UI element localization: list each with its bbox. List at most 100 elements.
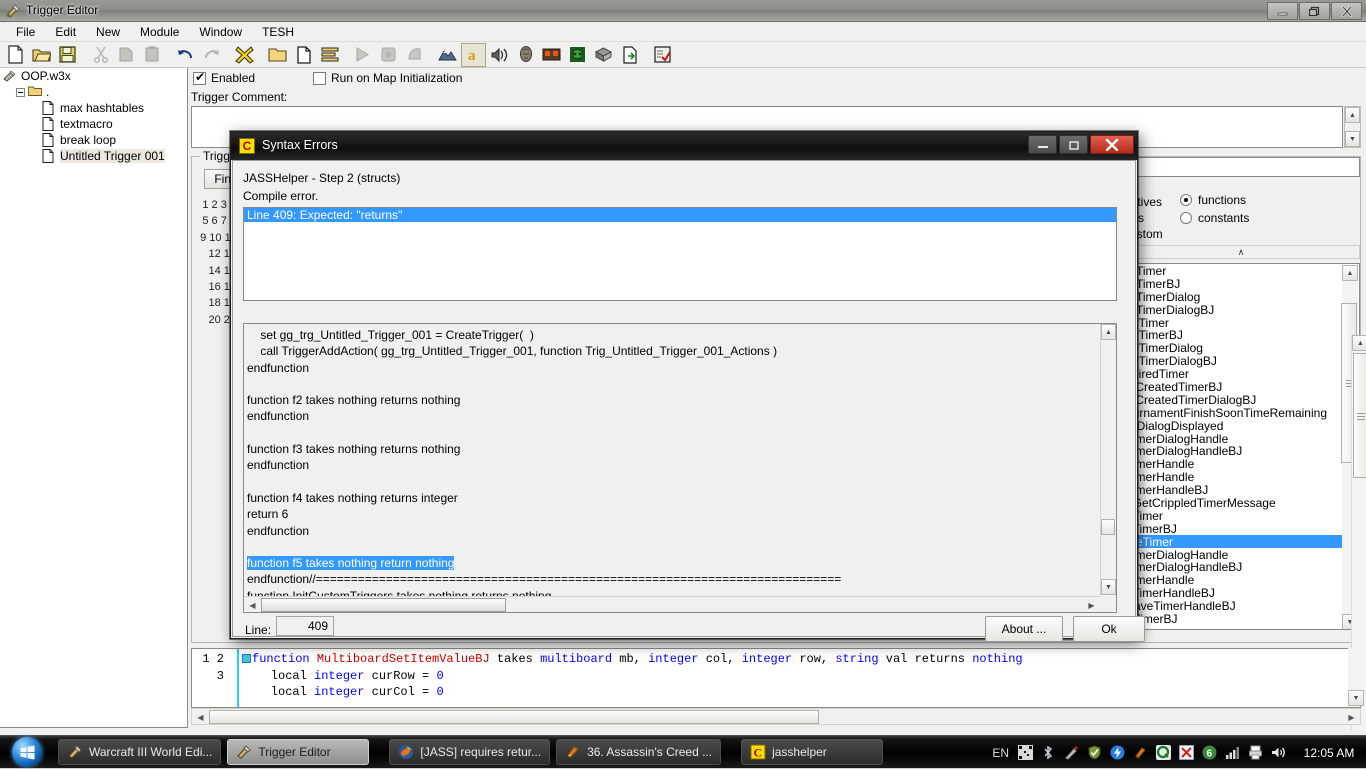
menu-item-tesh[interactable]: TESH: [252, 23, 304, 41]
clock[interactable]: 12:05 AM: [1300, 746, 1358, 760]
volume-icon[interactable]: [1271, 745, 1287, 761]
new-icon[interactable]: [3, 43, 28, 67]
function-list-item[interactable]: teTimerDialog: [1123, 290, 1359, 304]
menu-item-module[interactable]: Module: [130, 23, 189, 41]
open-icon[interactable]: [29, 43, 54, 67]
q-green-icon[interactable]: [1156, 744, 1172, 761]
start-button[interactable]: [4, 736, 50, 768]
function-list-item[interactable]: eTimerHandleBJ: [1123, 586, 1359, 600]
terrain-icon[interactable]: [435, 43, 460, 67]
function-list-item[interactable]: oyTimerBJ: [1123, 328, 1359, 342]
code-scroll-thumb[interactable]: [209, 710, 819, 724]
tree-item-3[interactable]: Untitled Trigger 001: [0, 148, 187, 164]
scroll-right-arrow-icon[interactable]: ▶: [1084, 598, 1099, 612]
taskbar-item-firefox[interactable]: [JASS] requires retur...: [389, 739, 551, 765]
taskbar-item-media[interactable]: 36. Assassin's Creed ...: [556, 739, 722, 765]
scroll-down-arrow-icon[interactable]: ▼: [1348, 690, 1364, 706]
function-list-item[interactable]: eTimerBJ: [1123, 522, 1359, 536]
function-list-item[interactable]: stCreatedTimerDialogBJ: [1123, 393, 1359, 407]
text-a-icon[interactable]: a: [461, 42, 486, 67]
shield-green-icon[interactable]: [1087, 744, 1103, 761]
scroll-up-arrow-icon[interactable]: ▲: [1342, 265, 1358, 281]
function-list-item[interactable]: TimerHandle: [1123, 573, 1359, 587]
scroll-up-arrow-icon[interactable]: ▲: [1352, 335, 1366, 351]
close-button[interactable]: [1331, 2, 1362, 20]
export-icon[interactable]: [617, 43, 642, 67]
function-list-item[interactable]: teTimer: [1123, 264, 1359, 278]
function-list-item[interactable]: TimerDialogHandleBJ: [1123, 444, 1359, 458]
function-list-item[interactable]: eTimer: [1123, 509, 1359, 523]
function-list-item[interactable]: teTimerBJ: [1123, 277, 1359, 291]
minimize-button[interactable]: [1267, 2, 1298, 20]
radio-functions-row[interactable]: functions: [1180, 193, 1246, 207]
tree-item-2[interactable]: break loop: [0, 132, 187, 148]
dialog-close-button[interactable]: [1090, 135, 1134, 154]
media-orange-icon[interactable]: [1133, 745, 1149, 761]
taskbar-item-warcraft-editor[interactable]: Warcraft III World Edi...: [58, 739, 222, 765]
function-list-item[interactable]: TimerHandleBJ: [1123, 483, 1359, 497]
trigger-tree-panel[interactable]: OOP.w3x . max hashtables textmacro break…: [0, 68, 188, 728]
function-list-item[interactable]: ournamentFinishSoonTimeRemaining: [1123, 406, 1359, 420]
line-number-input[interactable]: 409: [276, 616, 334, 636]
radio-functions[interactable]: [1180, 194, 1192, 206]
function-list-item[interactable]: oyTimerDialogBJ: [1123, 354, 1359, 368]
code-viewer-vertical-scrollbar[interactable]: ▼: [1348, 648, 1364, 706]
radio-constants[interactable]: [1180, 212, 1192, 224]
menu-item-new[interactable]: New: [86, 23, 130, 41]
function-list-item-selected[interactable]: meTimer: [1123, 534, 1359, 549]
function-list-item[interactable]: erDialogDisplayed: [1123, 419, 1359, 433]
function-list-item[interactable]: SaveTimerHandleBJ: [1123, 599, 1359, 613]
object-icon[interactable]: [539, 43, 564, 67]
error-list-item-selected[interactable]: Line 409: Expected: "returns": [244, 208, 1116, 222]
function-list-item[interactable]: stCreatedTimerBJ: [1123, 380, 1359, 394]
function-list-item[interactable]: TimerHandle: [1123, 457, 1359, 471]
scroll-down-arrow-icon[interactable]: ▼: [1345, 131, 1360, 147]
import-icon[interactable]: [591, 43, 616, 67]
about-button[interactable]: About ...: [985, 616, 1063, 642]
trigger-comment-scrollbar[interactable]: ▲ ▼: [1344, 106, 1361, 148]
source-scroll-thumb[interactable]: [1101, 519, 1115, 535]
save-icon[interactable]: [55, 43, 80, 67]
six-green-icon[interactable]: 6: [1202, 745, 1218, 761]
source-hscroll-thumb[interactable]: [261, 598, 506, 612]
taskbar-item-jasshelper[interactable]: C jasshelper: [741, 739, 884, 765]
source-horizontal-scrollbar[interactable]: ◀ ▶: [244, 596, 1100, 612]
printer-icon[interactable]: [1248, 745, 1264, 761]
code-viewer-horizontal-scrollbar[interactable]: ◀ ▶: [191, 708, 1361, 725]
code-fold-toggle-icon[interactable]: [242, 654, 251, 664]
collapse-splitter-button[interactable]: ∧: [1122, 245, 1360, 259]
menu-item-window[interactable]: Window: [189, 23, 252, 41]
list-icon[interactable]: [317, 43, 342, 67]
function-list-item[interactable]: teTimerDialogBJ: [1123, 303, 1359, 317]
jass-code-viewer[interactable]: 1 2 3 function MultiboardSetItemValueBJ …: [191, 648, 1361, 708]
tray-language-indicator[interactable]: EN: [992, 746, 1009, 760]
sound-icon[interactable]: [487, 43, 512, 67]
tree-root-item[interactable]: OOP.w3x: [0, 68, 187, 84]
function-list-item[interactable]: rtTimerBJ: [1123, 612, 1359, 626]
function-search-input[interactable]: r: [1122, 157, 1360, 177]
scroll-up-arrow-icon[interactable]: ▲: [1345, 107, 1360, 123]
bluetooth-icon[interactable]: [1041, 745, 1057, 761]
unit-icon[interactable]: [513, 43, 538, 67]
function-list-item[interactable]: xpiredTimer: [1123, 367, 1359, 381]
error-list[interactable]: Line 409: Expected: "returns": [243, 207, 1117, 301]
function-list-item[interactable]: TimerHandle: [1123, 470, 1359, 484]
enabled-checkbox-row[interactable]: Enabled: [193, 70, 255, 85]
excel-x-icon[interactable]: [1178, 744, 1195, 761]
folder-icon[interactable]: [265, 43, 290, 67]
source-preview-box[interactable]: set gg_trg_Untitled_Trigger_001 = Create…: [243, 323, 1117, 613]
editor-scroll-thumb[interactable]: [1353, 353, 1366, 478]
function-list-item[interactable]: oyTimer: [1123, 316, 1359, 330]
page-icon[interactable]: [291, 43, 316, 67]
tree-item-0[interactable]: max hashtables: [0, 100, 187, 116]
scroll-left-arrow-icon[interactable]: ◀: [193, 710, 208, 724]
radio-constants-row[interactable]: constants: [1180, 211, 1249, 225]
run-on-map-init-checkbox[interactable]: [313, 71, 326, 85]
function-list-item[interactable]: TimerDialogHandle: [1123, 432, 1359, 446]
maximize-button[interactable]: [1299, 2, 1330, 20]
scroll-down-arrow-icon[interactable]: ▼: [1101, 579, 1116, 595]
dialog-minimize-button[interactable]: [1028, 135, 1057, 154]
trigger-icon[interactable]: [565, 43, 590, 67]
function-list-item[interactable]: TimerDialogHandle: [1123, 548, 1359, 562]
run-on-map-init-row[interactable]: Run on Map Initialization: [313, 71, 462, 85]
